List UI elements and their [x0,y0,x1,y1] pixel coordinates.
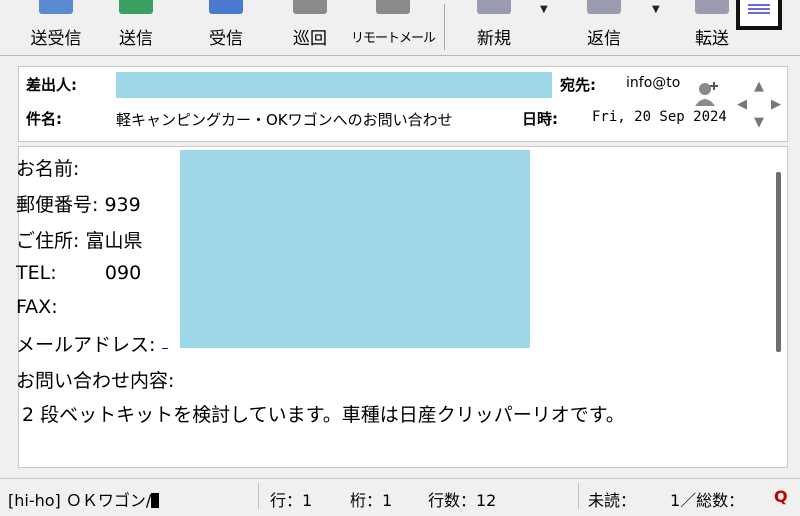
patrol-label: 巡回 [293,29,327,49]
body-line-fax: FAX: [16,296,58,318]
body-line-name: お名前: [16,158,80,180]
send-button[interactable]: 送信 [104,0,168,54]
from-value-redacted [116,72,552,98]
receive-icon [209,0,243,14]
status-row: 行：1 [270,491,313,510]
text-caret [151,493,160,508]
remote-mail-label: リモートメール [350,31,436,46]
remote-mail-button[interactable]: リモートメール [350,0,436,54]
new-message-button[interactable]: 新規 [458,0,530,54]
arrow-up-icon[interactable]: ▲ [754,80,764,93]
patrol-button[interactable]: 巡回 [278,0,342,54]
body-line-address: ご住所: 富山県 [16,230,143,252]
status-col: 桁：1 [350,491,393,510]
scrollbar-thumb[interactable] [776,172,781,352]
body-line-inquiry-label: お問い合わせ内容: [16,370,175,392]
toolbar-separator [444,4,445,50]
arrow-down-icon[interactable]: ▼ [754,116,764,129]
arrow-left-icon[interactable]: ◀ [737,98,747,111]
header-nav-arrows[interactable]: ▲ ◀ ▶ ▼ [737,80,781,129]
status-folder: [hi-ho] ＯＫワゴン/ [8,487,160,511]
patrol-icon [293,0,327,14]
status-total: 1／総数： [670,491,745,510]
reply-icon [587,0,621,14]
status-line-count: 行数：12 [428,491,497,510]
reply-label: 返信 [587,29,621,49]
q-icon[interactable]: Q [774,487,788,506]
send-receive-button[interactable]: 送受信 [14,0,98,54]
date-label: 日時: [522,110,558,128]
to-label: 宛先: [560,76,596,94]
body-line-inquiry: 2 段ベットキットを検討しています。車種は日産クリッパーリオです。 [16,404,625,426]
send-receive-icon [39,0,73,14]
new-message-icon [477,0,511,14]
status-folder-text: [hi-ho] ＯＫワゴン/ [8,491,152,510]
body-line-tel: TEL: 090 [16,262,142,284]
send-icon [119,0,153,14]
arrow-right-icon[interactable]: ▶ [771,98,781,111]
body-line-postal: 郵便番号: 939 [16,194,141,216]
date-value: Fri, 20 Sep 2024 [592,109,727,125]
new-message-dropdown-icon[interactable]: ▼ [540,4,548,15]
receive-label: 受信 [209,29,243,49]
body-line-email: メールアドレス: [16,334,156,356]
receive-button[interactable]: 受信 [194,0,258,54]
status-bar: [hi-ho] ＯＫワゴン/ 行：1 桁：1 行数：12 未読： 1／総数： Q [0,478,800,516]
body-redacted-block [180,150,530,348]
new-message-label: 新規 [477,29,511,49]
send-receive-label: 送受信 [30,29,82,49]
view-toggle-button[interactable] [736,0,782,30]
list-view-icon [748,4,770,16]
reply-dropdown-icon[interactable]: ▼ [652,4,660,15]
reply-button[interactable]: 返信 [568,0,640,54]
status-unread: 未読： [588,491,637,510]
subject-label: 件名: [26,110,62,128]
forward-icon [695,0,729,14]
send-label: 送信 [119,29,153,49]
subject-value: 軽キャンピングカー・OKワゴンへのお問い合わせ [116,111,453,129]
to-value[interactable]: info@to [626,75,690,91]
toolbar: 送受信 送信 受信 巡回 リモートメール 新規 ▼ 返信 ▼ 転送 [0,0,800,56]
from-label: 差出人: [26,76,77,94]
status-separator [258,483,259,509]
add-contact-icon[interactable] [694,80,720,106]
status-separator [578,483,579,509]
remote-mail-icon [376,0,410,14]
